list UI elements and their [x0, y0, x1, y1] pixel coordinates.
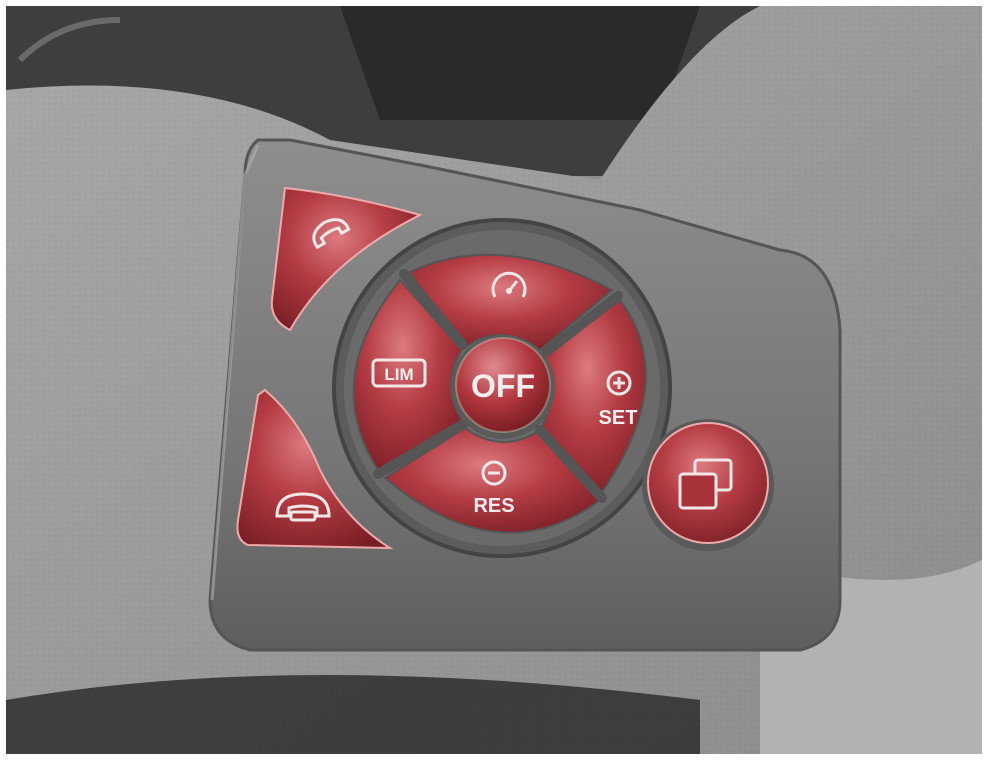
steering-wheel-photo: LIM SET RES OFF [6, 6, 982, 754]
off-button[interactable]: OFF [451, 335, 555, 439]
off-label: OFF [471, 368, 535, 404]
menu-button[interactable] [642, 419, 774, 551]
lim-label: LIM [384, 365, 413, 384]
set-label: SET [599, 407, 638, 429]
res-label: RES [473, 495, 514, 517]
